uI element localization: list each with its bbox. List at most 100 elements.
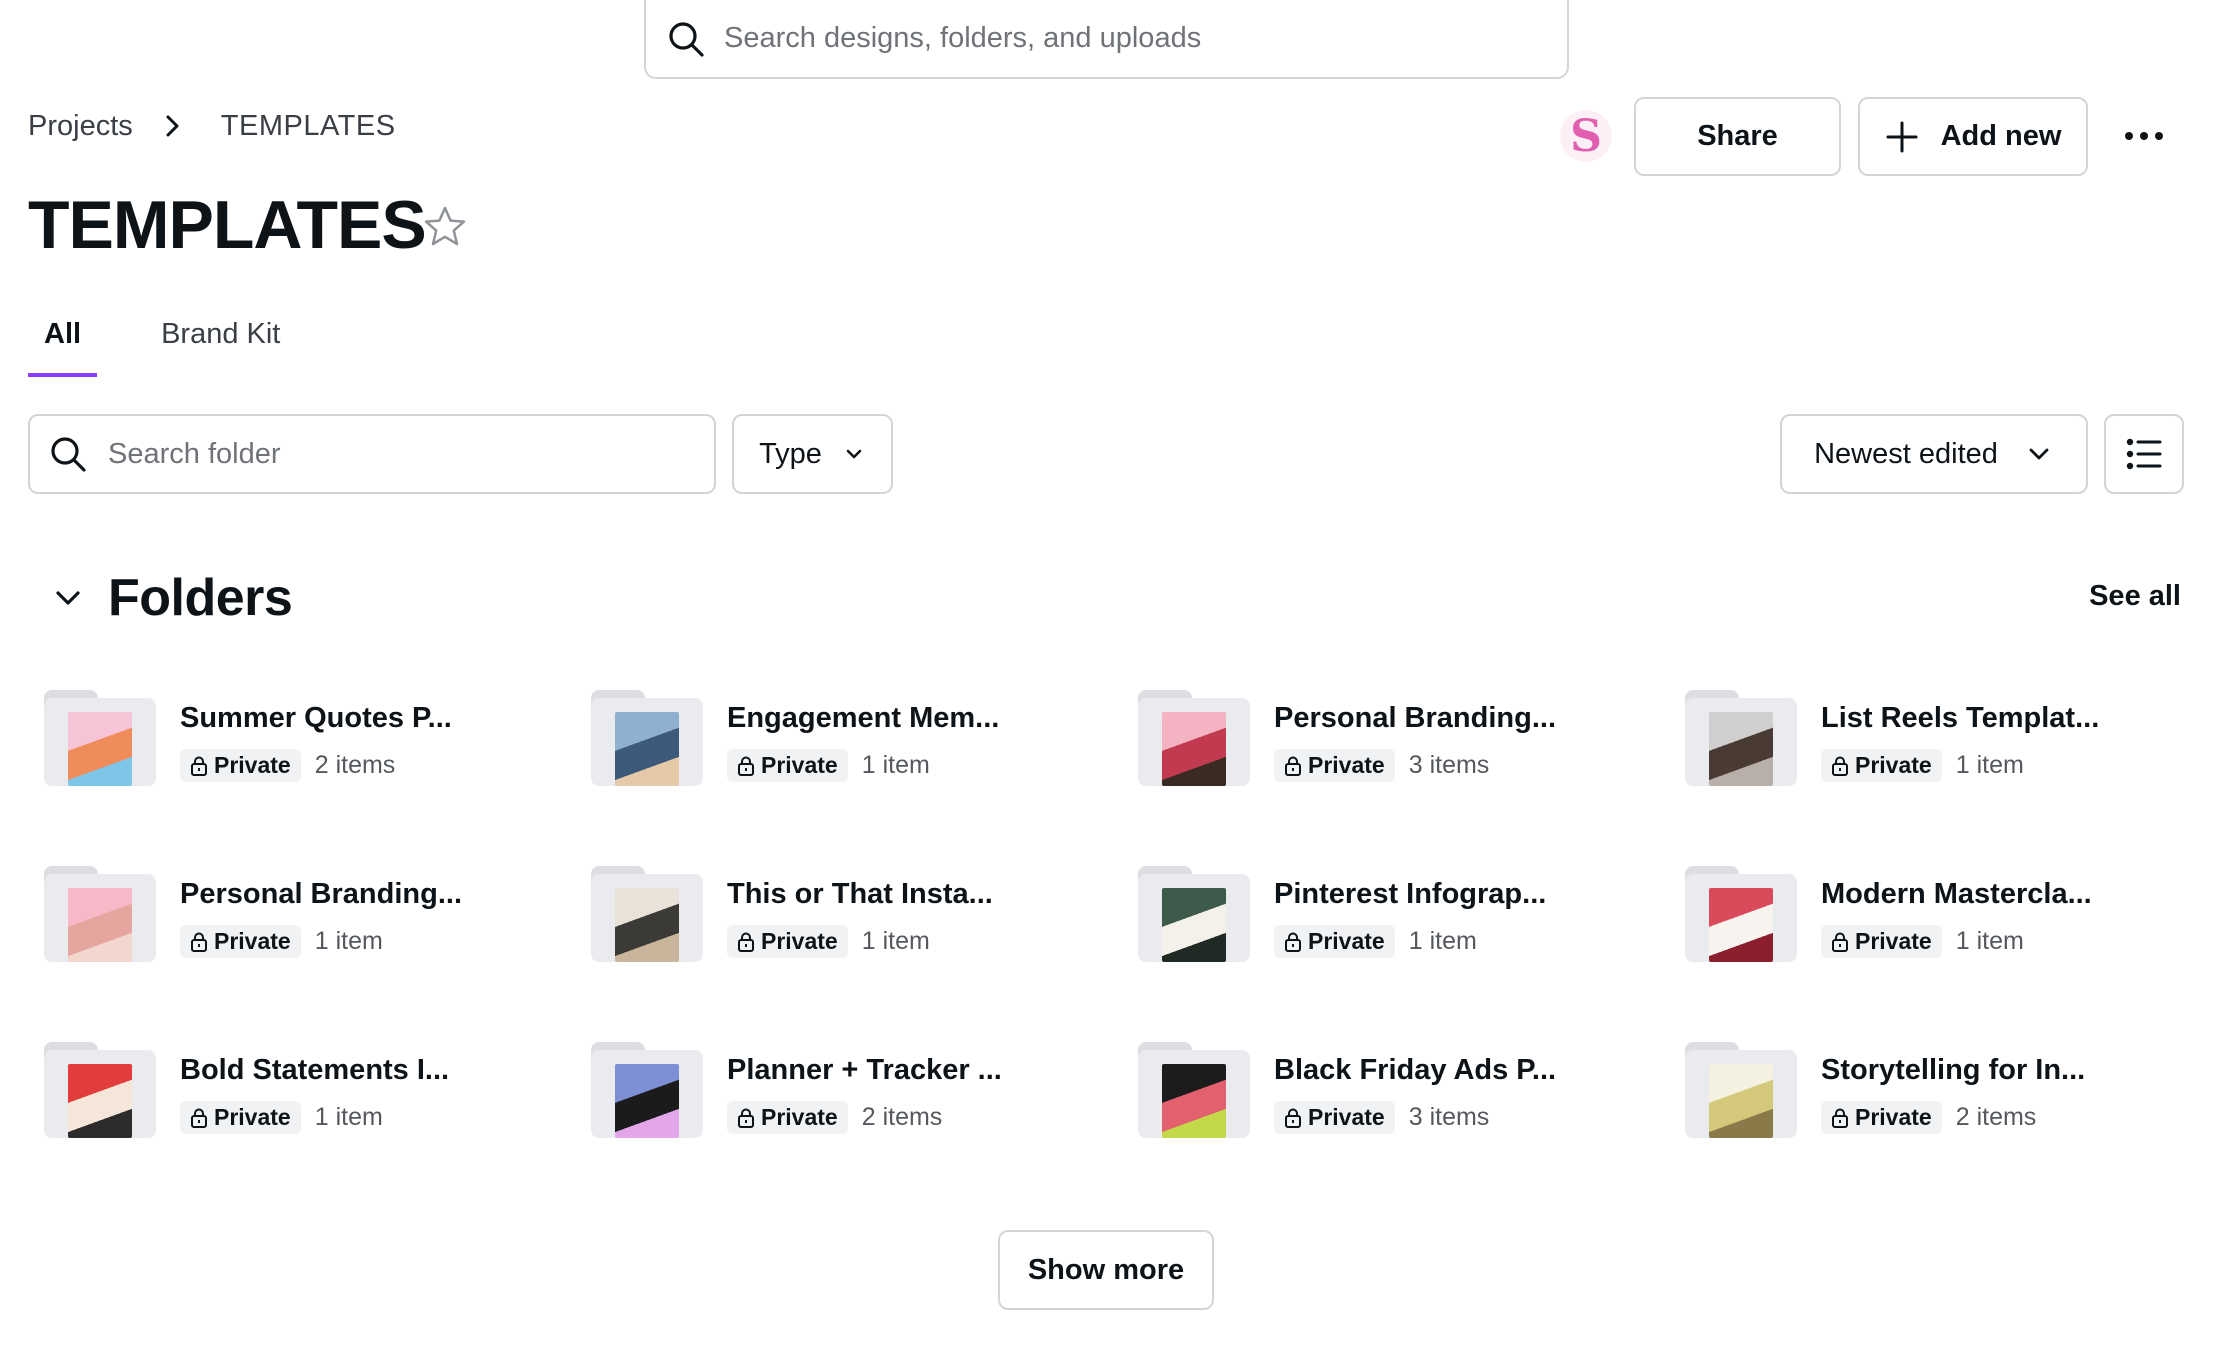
- privacy-label: Private: [1855, 928, 1932, 954]
- folder-icon: [1685, 866, 1797, 962]
- folder-card[interactable]: Modern Mastercla... Private 1 item: [1685, 866, 2205, 976]
- breadcrumb: Projects TEMPLATES: [28, 108, 396, 144]
- show-more-button[interactable]: Show more: [998, 1230, 1214, 1310]
- folder-preview-thumbnail: [1709, 1064, 1773, 1138]
- privacy-badge: Private: [1274, 749, 1395, 782]
- tab-brand-kit[interactable]: Brand Kit: [161, 318, 280, 377]
- privacy-label: Private: [214, 1104, 291, 1130]
- folder-name: List Reels Templat...: [1821, 702, 2100, 734]
- tab-bar: All Brand Kit: [28, 318, 280, 377]
- more-options-button[interactable]: [2112, 110, 2176, 162]
- item-count: 2 items: [1955, 1103, 2037, 1131]
- tab-all[interactable]: All: [28, 318, 98, 377]
- lock-icon: [1285, 756, 1301, 776]
- folder-name: Summer Quotes P...: [180, 702, 452, 734]
- lock-icon: [738, 932, 754, 952]
- privacy-badge: Private: [180, 749, 301, 782]
- folder-card[interactable]: List Reels Templat... Private 1 item: [1685, 690, 2205, 800]
- global-search-bar[interactable]: [644, 0, 1569, 79]
- global-search-input[interactable]: [724, 22, 1544, 55]
- privacy-badge: Private: [180, 925, 301, 958]
- folder-name: Personal Branding...: [180, 878, 462, 910]
- item-count: 1 item: [314, 1103, 383, 1131]
- folder-name: Engagement Mem...: [727, 702, 1000, 734]
- folder-card[interactable]: Personal Branding... Private 3 items: [1138, 690, 1658, 800]
- folder-card[interactable]: Summer Quotes P... Private 2 items: [44, 690, 564, 800]
- privacy-label: Private: [1855, 1104, 1932, 1130]
- breadcrumb-current: TEMPLATES: [220, 109, 396, 142]
- sort-dropdown[interactable]: Newest edited: [1780, 414, 2088, 494]
- privacy-badge: Private: [1274, 925, 1395, 958]
- item-count: 1 item: [1955, 751, 2024, 779]
- folder-name: This or That Insta...: [727, 878, 993, 910]
- chevron-right-icon: [166, 115, 179, 137]
- folder-card[interactable]: Personal Branding... Private 1 item: [44, 866, 564, 976]
- folder-card[interactable]: Planner + Tracker ... Private 2 items: [591, 1042, 1111, 1152]
- folder-card[interactable]: Bold Statements I... Private 1 item: [44, 1042, 564, 1152]
- folder-preview-thumbnail: [615, 1064, 679, 1138]
- folder-icon: [591, 866, 703, 962]
- lock-icon: [191, 932, 207, 952]
- privacy-badge: Private: [1274, 1101, 1395, 1134]
- folder-preview-thumbnail: [615, 712, 679, 786]
- folder-icon: [44, 866, 156, 962]
- lock-icon: [191, 756, 207, 776]
- collapse-chevron-icon[interactable]: [48, 578, 88, 618]
- lock-icon: [1285, 932, 1301, 952]
- folder-preview-thumbnail: [1162, 712, 1226, 786]
- folder-name: Personal Branding...: [1274, 702, 1556, 734]
- folder-name: Storytelling for In...: [1821, 1054, 2086, 1086]
- privacy-badge: Private: [180, 1101, 301, 1134]
- folder-preview-thumbnail: [1162, 1064, 1226, 1138]
- share-button[interactable]: Share: [1634, 97, 1841, 176]
- privacy-label: Private: [761, 1104, 838, 1130]
- item-count: 2 items: [861, 1103, 943, 1131]
- more-horizontal-icon: [2125, 132, 2133, 140]
- folders-section-title: Folders: [108, 569, 293, 627]
- privacy-badge: Private: [1821, 1101, 1942, 1134]
- add-new-button[interactable]: Add new: [1858, 97, 2088, 176]
- type-filter-dropdown[interactable]: Type: [732, 414, 893, 494]
- item-count: 1 item: [1408, 927, 1477, 955]
- privacy-badge: Private: [1821, 749, 1942, 782]
- privacy-label: Private: [214, 752, 291, 778]
- privacy-label: Private: [761, 928, 838, 954]
- folder-card[interactable]: Black Friday Ads P... Private 3 items: [1138, 1042, 1658, 1152]
- privacy-label: Private: [214, 928, 291, 954]
- type-filter-label: Type: [759, 437, 822, 470]
- privacy-badge: Private: [727, 925, 848, 958]
- folder-search-box[interactable]: [28, 414, 716, 494]
- folder-preview-thumbnail: [68, 1064, 132, 1138]
- search-icon: [669, 21, 704, 57]
- avatar[interactable]: S: [1560, 110, 1612, 162]
- folder-icon: [1685, 690, 1797, 786]
- folder-name: Planner + Tracker ...: [727, 1054, 1002, 1086]
- breadcrumb-projects-link[interactable]: Projects: [28, 110, 133, 143]
- folder-card[interactable]: Storytelling for In... Private 2 items: [1685, 1042, 2205, 1152]
- folder-preview-thumbnail: [1709, 888, 1773, 962]
- folder-card[interactable]: This or That Insta... Private 1 item: [591, 866, 1111, 976]
- search-icon: [51, 437, 86, 472]
- folder-name: Modern Mastercla...: [1821, 878, 2092, 910]
- list-view-icon: [2126, 438, 2162, 470]
- list-view-toggle[interactable]: [2104, 414, 2184, 494]
- folder-preview-thumbnail: [68, 712, 132, 786]
- privacy-label: Private: [1308, 928, 1385, 954]
- folder-icon: [591, 690, 703, 786]
- add-new-label: Add new: [1940, 120, 2062, 152]
- star-icon[interactable]: [422, 204, 468, 250]
- folder-icon: [1138, 866, 1250, 962]
- see-all-link[interactable]: See all: [2089, 580, 2181, 613]
- lock-icon: [738, 756, 754, 776]
- folder-icon: [1138, 690, 1250, 786]
- privacy-label: Private: [1308, 1104, 1385, 1130]
- lock-icon: [738, 1108, 754, 1128]
- lock-icon: [1832, 1108, 1848, 1128]
- lock-icon: [1832, 756, 1848, 776]
- folder-card[interactable]: Engagement Mem... Private 1 item: [591, 690, 1111, 800]
- folder-search-input[interactable]: [108, 437, 688, 471]
- folder-card[interactable]: Pinterest Infograp... Private 1 item: [1138, 866, 1658, 976]
- item-count: 3 items: [1408, 751, 1490, 779]
- privacy-badge: Private: [1821, 925, 1942, 958]
- folder-preview-thumbnail: [615, 888, 679, 962]
